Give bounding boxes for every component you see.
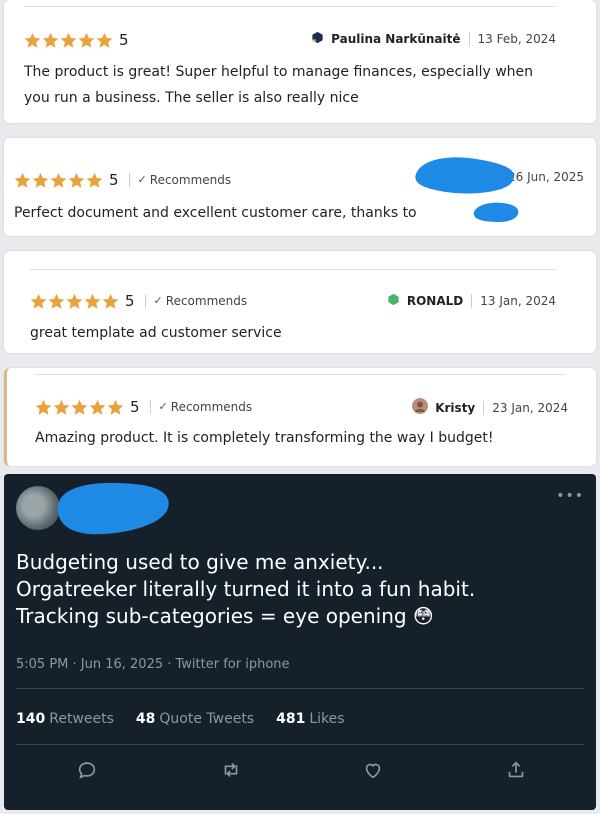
likes-stat[interactable]: 481 Likes	[276, 711, 344, 727]
like-icon[interactable]	[362, 759, 386, 783]
star-icon	[84, 293, 101, 309]
divider	[35, 374, 566, 375]
navy-hexagon-icon	[311, 31, 324, 47]
review-author: RONALD 13 Jan, 2024	[387, 293, 556, 309]
star-icon	[66, 293, 83, 309]
retweets-stat[interactable]: 140 Retweets	[16, 711, 114, 727]
star-rating	[35, 399, 124, 416]
redaction-scribble	[415, 157, 515, 194]
retweet-icon[interactable]	[220, 759, 244, 783]
tweet-meta[interactable]: 5:05 PM · Jun 16, 2025 · Twitter for iph…	[16, 657, 290, 672]
recommends-label: Recommends	[165, 294, 248, 308]
star-icon	[35, 399, 52, 415]
star-icon	[24, 32, 41, 48]
likes-count: 481	[276, 711, 306, 727]
rating-score: 5	[109, 171, 119, 189]
recommends-label: Recommends	[170, 400, 253, 414]
review-author: Paulina Narkūnaitė 13 Feb, 2024	[311, 31, 556, 47]
review-card: 5 ✓ Recommends 26 Jun, 2025 Perfect docum…	[4, 138, 596, 236]
quote-tweets-label: Quote Tweets	[159, 711, 255, 727]
star-icon	[30, 293, 47, 309]
review-card: 5 Paulina Narkūnaitė 13 Feb, 2024 The pr…	[4, 0, 596, 123]
star-icon	[78, 32, 95, 48]
star-icon	[53, 399, 70, 415]
star-icon	[32, 172, 49, 188]
star-icon	[71, 399, 88, 415]
review-author: Kristy 23 Jan, 2024	[412, 398, 568, 417]
recommends-badge: ✓ Recommends	[144, 294, 248, 308]
redaction-scribble	[57, 482, 169, 535]
rating-row: 5 ✓ Recommends	[30, 292, 247, 310]
rating-row: 5 ✓ Recommends	[35, 398, 252, 416]
star-icon	[86, 172, 103, 188]
share-icon[interactable]	[505, 759, 529, 783]
star-rating	[24, 32, 113, 49]
tweet-stats: 140 Retweets 48 Quote Tweets 481 Likes	[16, 711, 367, 727]
rating-row: 5 ✓ Recommends	[14, 171, 231, 189]
review-text: The product is great! Super helpful to m…	[24, 64, 534, 106]
divider	[24, 6, 556, 7]
tweet-line: Budgeting used to give me anxiety...	[16, 550, 384, 574]
reply-icon[interactable]	[76, 759, 100, 783]
likes-label: Likes	[309, 711, 345, 727]
divider	[30, 269, 556, 270]
more-horizontal-icon[interactable]: •••	[556, 488, 584, 504]
rating-score: 5	[119, 31, 129, 49]
review-date: 13 Jan, 2024	[471, 294, 556, 308]
star-icon	[60, 32, 77, 48]
star-rating	[30, 293, 119, 310]
green-hexagon-icon	[387, 293, 400, 309]
retweets-count: 140	[16, 711, 46, 727]
star-icon	[107, 399, 124, 415]
tweet-line: Orgatreeker literally turned it into a f…	[16, 577, 476, 601]
tweet-card: ••• Budgeting used to give me anxiety...…	[4, 474, 596, 810]
checkmark-icon: ✓	[153, 294, 163, 307]
tweet-line: Tracking sub-categories = eye opening 😳	[16, 604, 434, 628]
author-name[interactable]: RONALD	[407, 294, 463, 308]
star-icon	[96, 32, 113, 48]
star-icon	[68, 172, 85, 188]
quote-tweets-stat[interactable]: 48 Quote Tweets	[136, 711, 254, 727]
review-text: Amazing product. It is completely transf…	[35, 430, 494, 446]
star-icon	[48, 293, 65, 309]
review-card: 5 ✓ Recommends Kristy 23 Jan, 2024 Amazin…	[4, 368, 596, 466]
star-icon	[89, 399, 106, 415]
rating-score: 5	[130, 398, 140, 416]
star-icon	[50, 172, 67, 188]
review-date: 13 Feb, 2024	[468, 32, 556, 46]
checkmark-icon: ✓	[158, 400, 168, 413]
recommends-badge: ✓ Recommends	[128, 173, 232, 187]
review-date: 23 Jan, 2024	[483, 400, 568, 415]
divider	[16, 744, 584, 745]
review-card: 5 ✓ Recommends RONALD 13 Jan, 2024 great …	[4, 251, 596, 353]
divider	[16, 688, 584, 689]
star-icon	[14, 172, 31, 188]
quote-tweets-count: 48	[135, 711, 156, 727]
star-icon	[42, 32, 59, 48]
retweets-label: Retweets	[49, 711, 114, 727]
redaction-scribble	[473, 202, 519, 222]
recommends-label: Recommends	[149, 173, 232, 187]
tweet-actions	[4, 759, 596, 783]
checkmark-icon: ✓	[137, 173, 147, 186]
star-icon	[102, 293, 119, 309]
tweet-text: Budgeting used to give me anxiety... Org…	[16, 549, 475, 630]
avatar-photo-icon	[412, 398, 429, 417]
rating-row: 5	[24, 31, 129, 49]
review-text: great template ad customer service	[30, 325, 282, 341]
star-rating	[14, 172, 103, 189]
author-name[interactable]: Paulina Narkūnaitė	[331, 32, 460, 46]
rating-score: 5	[125, 292, 135, 310]
recommends-badge: ✓ Recommends	[149, 400, 253, 414]
author-name[interactable]: Kristy	[435, 401, 475, 415]
